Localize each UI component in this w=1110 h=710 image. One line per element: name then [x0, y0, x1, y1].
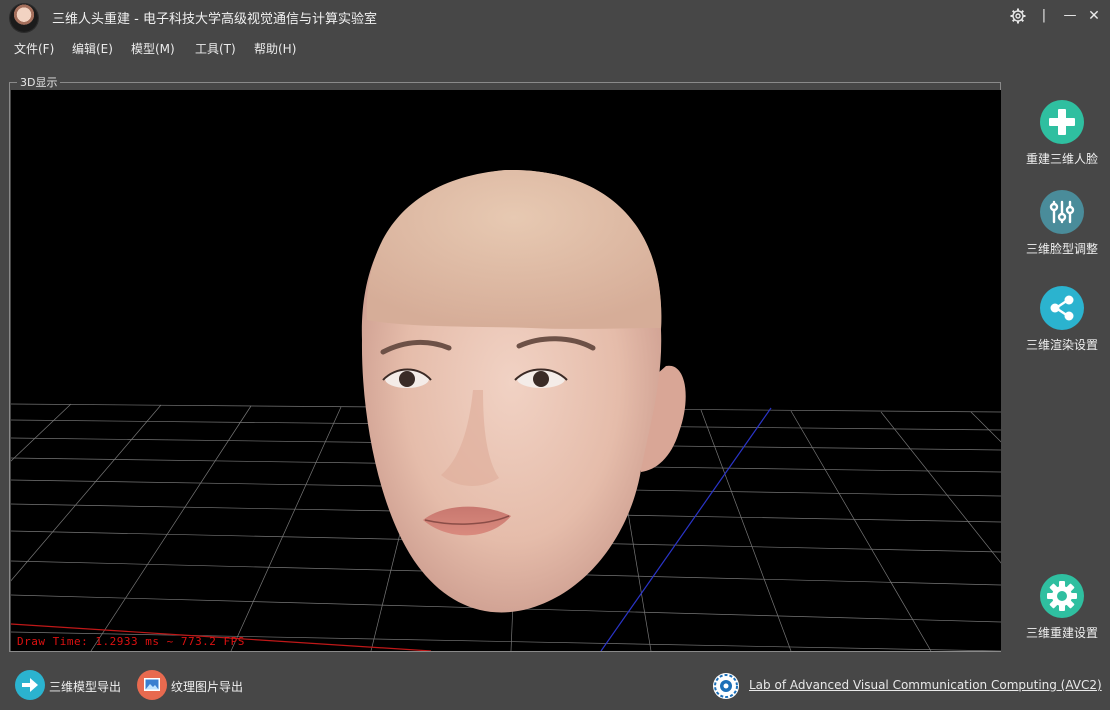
display-group-label: 3D显示: [17, 74, 61, 90]
title-bar: 三维人头重建 - 电子科技大学高级视觉通信与计算实验室 | — ✕: [0, 0, 1110, 34]
menu-bar: 文件(F) 编辑(E) 模型(M) 工具(T) 帮助(H): [0, 40, 400, 60]
reconstruct-settings-button[interactable]: 三维重建设置: [1014, 574, 1110, 641]
menu-help[interactable]: 帮助(H): [254, 40, 296, 57]
window-title: 三维人头重建 - 电子科技大学高级视觉通信与计算实验室: [52, 12, 377, 27]
export-model-label: 三维模型导出: [49, 680, 122, 694]
close-button[interactable]: ✕: [1084, 6, 1104, 26]
face-shape-adjust-button[interactable]: 三维脸型调整: [1014, 190, 1110, 257]
reconstruct-face-label: 重建三维人脸: [1025, 152, 1098, 166]
menu-edit[interactable]: 编辑(E): [72, 40, 113, 57]
3d-viewport[interactable]: Draw Time: 1.2933 ms ~ 773.2 FPS: [11, 90, 1001, 651]
reconstruct-settings-label: 三维重建设置: [1025, 626, 1098, 640]
menu-model[interactable]: 模型(M): [131, 40, 175, 57]
export-texture-label: 纹理图片导出: [171, 680, 244, 694]
sliders-icon: [1040, 190, 1084, 234]
lab-logo-icon: [712, 672, 740, 700]
reconstruct-face-button[interactable]: 重建三维人脸: [1014, 100, 1110, 167]
menu-tools[interactable]: 工具(T): [195, 40, 236, 57]
plus-icon: [1040, 100, 1084, 144]
settings-gear-icon[interactable]: [1008, 6, 1028, 26]
scene-canvas: [11, 169, 1001, 651]
menu-file[interactable]: 文件(F): [14, 40, 54, 57]
render-settings-button[interactable]: 三维渲染设置: [1014, 286, 1110, 353]
face-shape-adjust-label: 三维脸型调整: [1025, 242, 1098, 256]
title-separator: |: [1041, 8, 1047, 23]
lab-link[interactable]: Lab of Advanced Visual Communication Com…: [749, 678, 1102, 692]
render-status-text: Draw Time: 1.2933 ms ~ 773.2 FPS: [17, 635, 245, 648]
share-icon: [1040, 286, 1084, 330]
3d-head-model: [361, 169, 686, 613]
gear-icon: [1040, 574, 1084, 618]
app-avatar-icon: [10, 4, 38, 32]
minimize-button[interactable]: —: [1060, 6, 1080, 26]
image-icon: [137, 670, 167, 700]
arrow-right-icon: [15, 670, 45, 700]
render-settings-label: 三维渲染设置: [1025, 338, 1098, 352]
